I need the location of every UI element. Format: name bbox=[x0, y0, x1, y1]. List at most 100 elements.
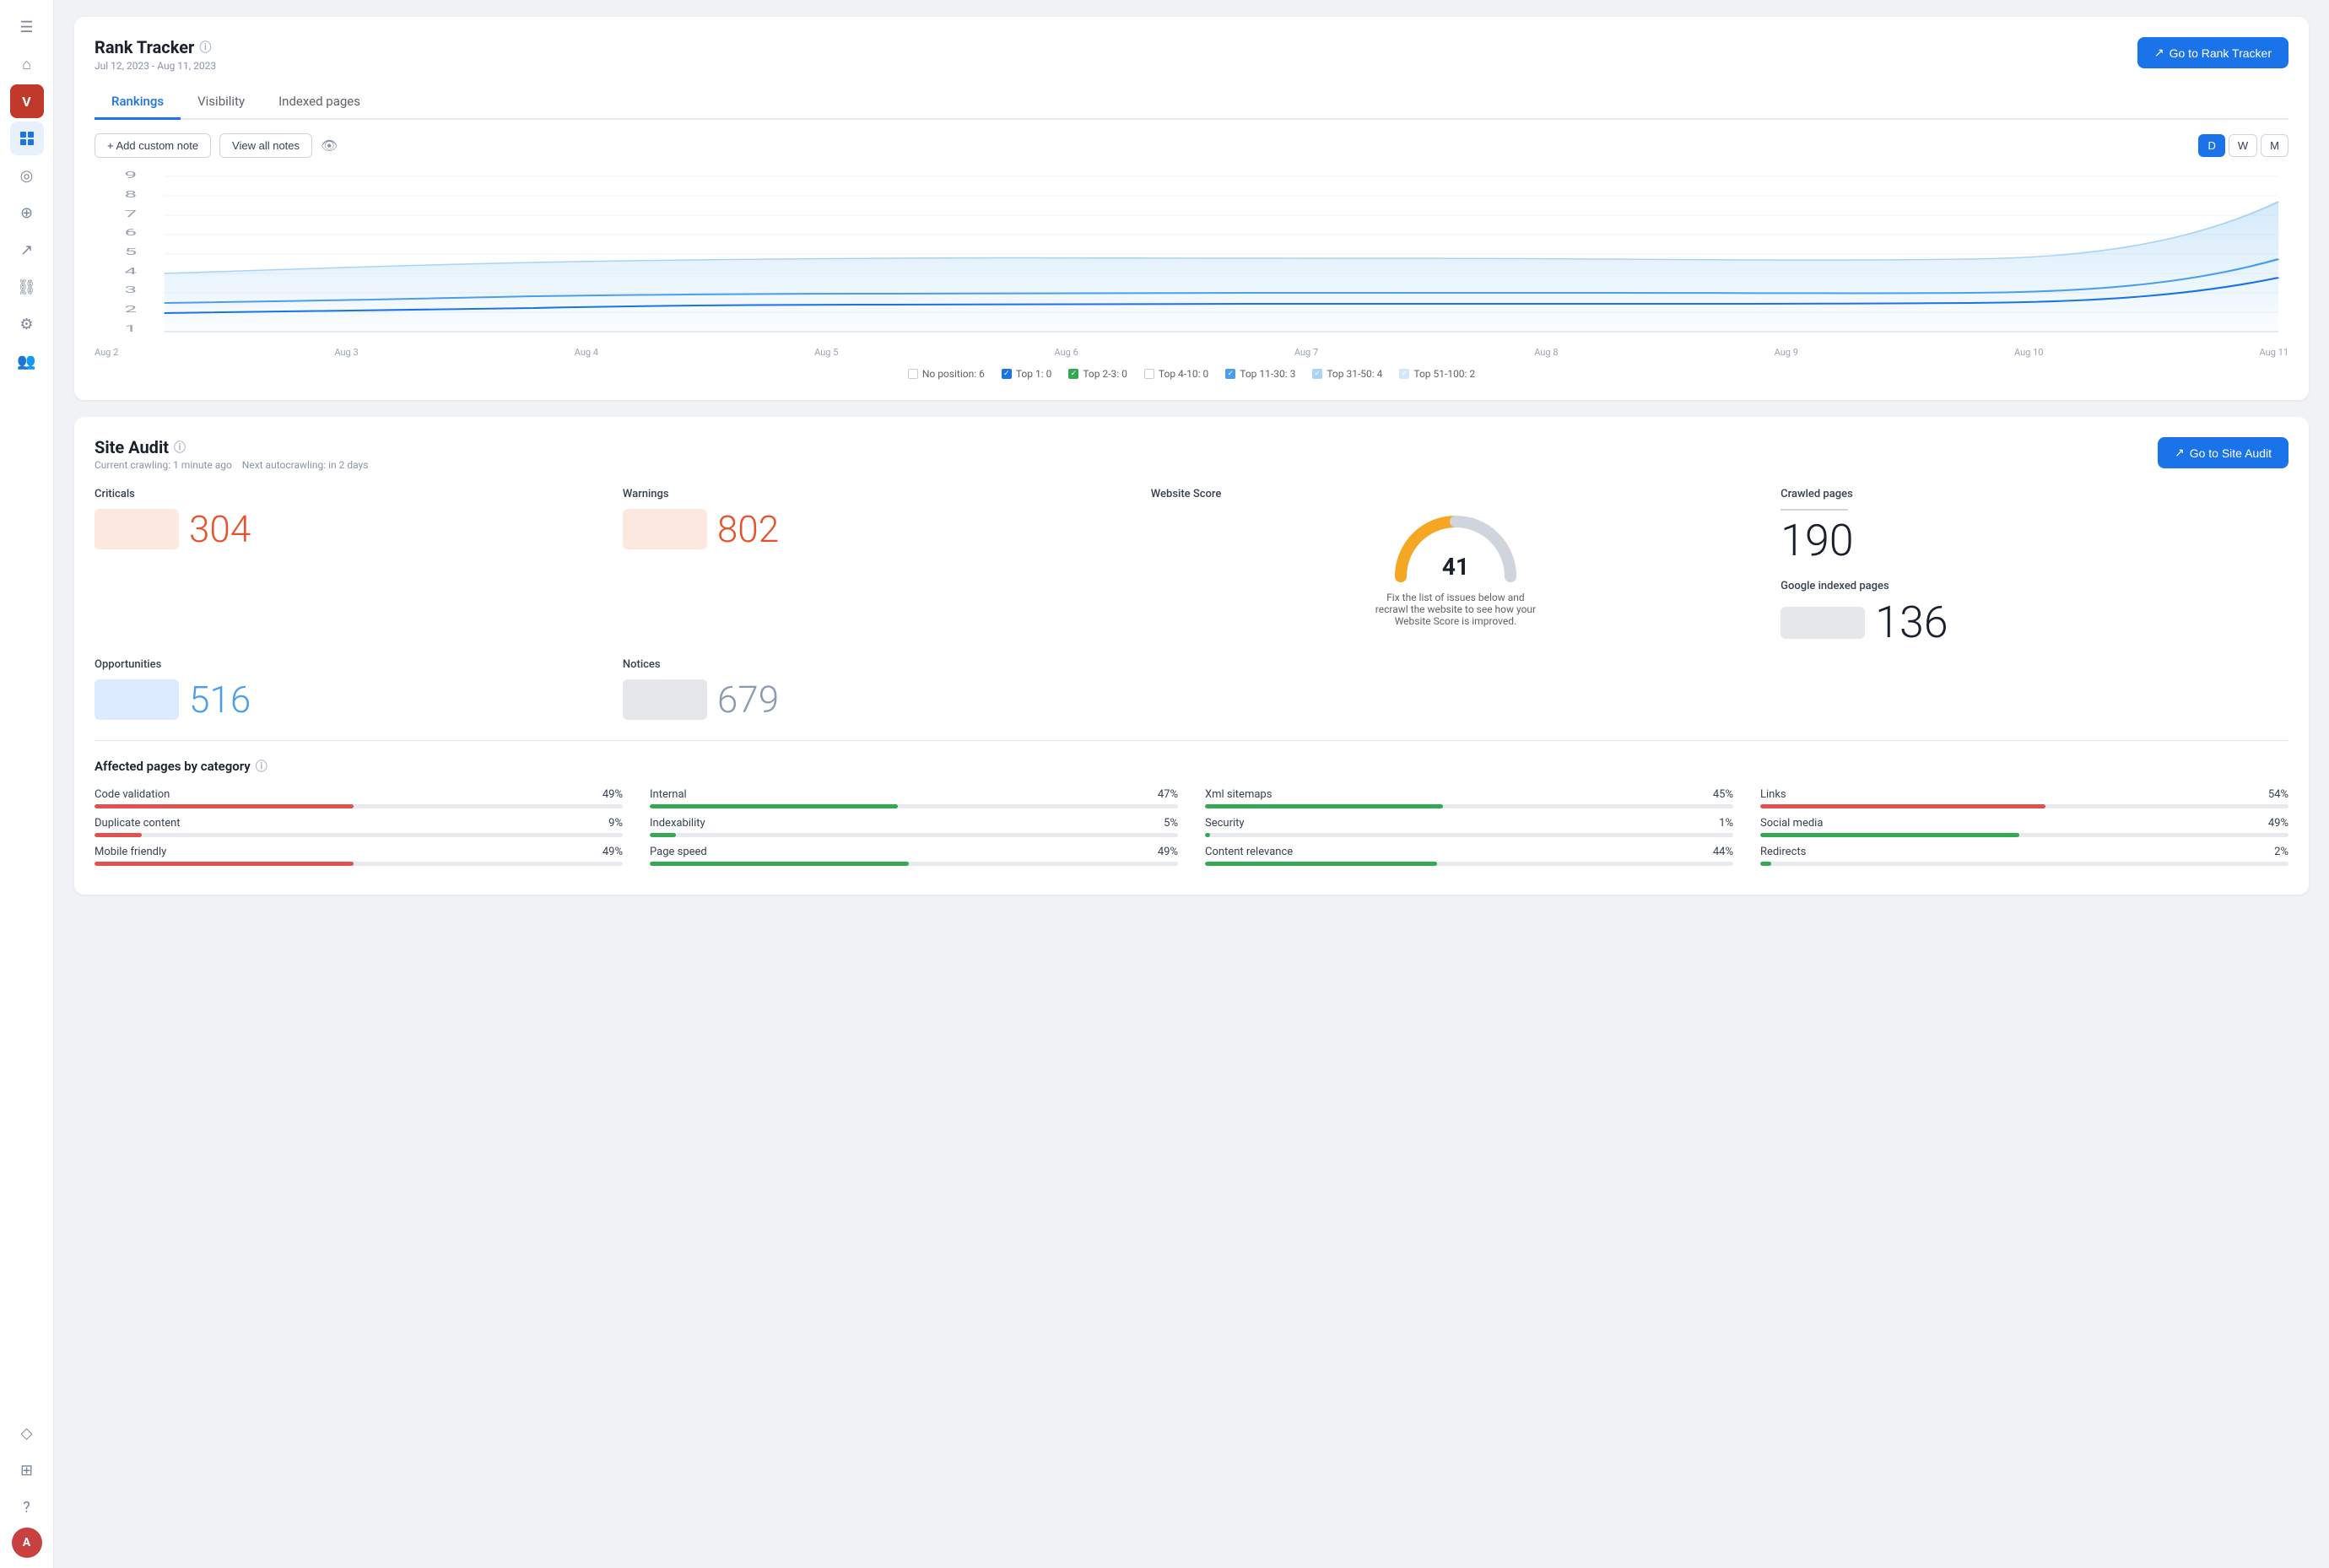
go-to-site-audit-button[interactable]: ↗ Go to Site Audit bbox=[2158, 437, 2288, 468]
category-bar-fill bbox=[95, 833, 142, 837]
sidebar-item-trends[interactable]: ↗ bbox=[10, 233, 44, 267]
category-name: Internal bbox=[650, 788, 687, 801]
metric-warnings-bar bbox=[623, 509, 707, 549]
rank-tracker-info-icon[interactable]: ⓘ bbox=[199, 39, 211, 56]
site-audit-header: Site Audit ⓘ Current crawling: 1 minute … bbox=[95, 437, 2288, 471]
sidebar-item-analytics[interactable]: ◎ bbox=[10, 159, 44, 192]
category-bar-bg bbox=[95, 833, 623, 837]
period-btn-d[interactable]: D bbox=[2198, 134, 2224, 157]
period-btn-w[interactable]: W bbox=[2229, 134, 2257, 157]
category-item: Xml sitemaps 45% bbox=[1205, 788, 1733, 808]
category-name: Security bbox=[1205, 817, 1245, 830]
legend-label-top410: Top 4-10: 0 bbox=[1159, 368, 1208, 380]
legend-checkbox-top410[interactable] bbox=[1144, 369, 1154, 379]
sidebar-item-help[interactable]: ? bbox=[10, 1490, 44, 1524]
metric-opportunities-value: 516 bbox=[189, 681, 251, 718]
category-item: Social media 49% bbox=[1760, 817, 2288, 837]
site-audit-button-icon: ↗ bbox=[2175, 446, 2185, 460]
category-item: Redirects 2% bbox=[1760, 846, 2288, 866]
category-bar-bg bbox=[650, 833, 1178, 837]
view-all-notes-button[interactable]: View all notes bbox=[219, 133, 312, 158]
chart-toolbar: + Add custom note View all notes 👁 D W M bbox=[95, 133, 2288, 158]
metric-notices-row: 679 bbox=[623, 679, 1131, 720]
rank-tracker-header: Rank Tracker ⓘ Jul 12, 2023 - Aug 11, 20… bbox=[95, 37, 2288, 72]
add-custom-note-button[interactable]: + Add custom note bbox=[95, 133, 211, 158]
rankings-chart: 9 8 7 6 5 4 3 2 1 bbox=[95, 168, 2288, 337]
sidebar-logo[interactable]: V bbox=[10, 84, 44, 118]
category-bar-fill bbox=[1205, 862, 1437, 866]
category-item: Internal 47% bbox=[650, 788, 1178, 808]
metrics-row2: Opportunities 516 Notices 679 bbox=[95, 658, 2288, 720]
sidebar-item-menu[interactable]: ☰ bbox=[10, 10, 44, 44]
category-row: Security 1% bbox=[1205, 817, 1733, 830]
category-name: Mobile friendly bbox=[95, 846, 166, 858]
category-name: Content relevance bbox=[1205, 846, 1293, 858]
category-bar-fill bbox=[650, 804, 898, 808]
chart-svg: 9 8 7 6 5 4 3 2 1 bbox=[95, 168, 2288, 337]
metric-warnings: Warnings 802 bbox=[623, 488, 1131, 645]
avatar[interactable]: A bbox=[12, 1527, 42, 1558]
category-name: Page speed bbox=[650, 846, 707, 858]
legend-checkbox-top1[interactable]: ✓ bbox=[1002, 369, 1012, 379]
legend-checkbox-top23[interactable]: ✓ bbox=[1068, 369, 1078, 379]
category-bar-bg bbox=[650, 804, 1178, 808]
svg-text:7: 7 bbox=[124, 208, 137, 219]
category-row: Indexability 5% bbox=[650, 817, 1178, 830]
category-bar-bg bbox=[95, 804, 623, 808]
category-name: Duplicate content bbox=[95, 817, 181, 830]
category-row: Links 54% bbox=[1760, 788, 2288, 801]
metric-opportunities: Opportunities 516 bbox=[95, 658, 603, 720]
main-content: Rank Tracker ⓘ Jul 12, 2023 - Aug 11, 20… bbox=[54, 0, 2329, 1568]
sidebar-item-users[interactable]: 👥 bbox=[10, 344, 44, 378]
affected-col-3: Links 54% Social media 49% Redirects 2% bbox=[1760, 788, 2288, 874]
category-bar-fill bbox=[1205, 804, 1443, 808]
rank-tracker-title: Rank Tracker ⓘ bbox=[95, 37, 216, 57]
legend-label-top3150: Top 31-50: 4 bbox=[1327, 368, 1382, 380]
category-item: Links 54% bbox=[1760, 788, 2288, 808]
affected-pages-grid: Code validation 49% Duplicate content 9%… bbox=[95, 788, 2288, 874]
legend-checkbox-top51100[interactable]: ✓ bbox=[1399, 369, 1409, 379]
metric-criticals: Criticals 304 bbox=[95, 488, 603, 645]
period-btn-m[interactable]: M bbox=[2261, 134, 2288, 157]
chart-legend: No position: 6 ✓ Top 1: 0 ✓ Top 2-3: 0 T… bbox=[95, 368, 2288, 380]
legend-checkbox-top3150[interactable]: ✓ bbox=[1312, 369, 1322, 379]
affected-pages-title: Affected pages by category ⓘ bbox=[95, 758, 2288, 775]
category-pct: 47% bbox=[1158, 788, 1178, 801]
svg-text:5: 5 bbox=[124, 246, 137, 257]
metric-crawled-value: 190 bbox=[1781, 519, 2288, 563]
sidebar-item-diamond[interactable]: ◇ bbox=[10, 1416, 44, 1450]
affected-pages-info-icon[interactable]: ⓘ bbox=[256, 758, 267, 775]
site-audit-title: Site Audit ⓘ bbox=[95, 437, 368, 457]
sidebar-item-links[interactable]: ⛓ bbox=[10, 270, 44, 304]
category-pct: 1% bbox=[1719, 817, 1733, 830]
tab-rankings[interactable]: Rankings bbox=[95, 85, 181, 120]
sidebar-item-home[interactable]: ⌂ bbox=[10, 47, 44, 81]
legend-checkbox-no-position[interactable] bbox=[908, 369, 918, 379]
sidebar-item-dashboard[interactable] bbox=[10, 122, 44, 155]
eye-icon[interactable]: 👁 bbox=[321, 138, 338, 154]
site-audit-info-icon[interactable]: ⓘ bbox=[174, 439, 186, 456]
category-bar-bg bbox=[1205, 833, 1733, 837]
legend-top3150: ✓ Top 31-50: 4 bbox=[1312, 368, 1382, 380]
legend-top1: ✓ Top 1: 0 bbox=[1002, 368, 1052, 380]
metric-google-bar bbox=[1781, 607, 1865, 639]
metric-notices-bar bbox=[623, 679, 707, 720]
tab-visibility[interactable]: Visibility bbox=[181, 85, 262, 120]
svg-text:8: 8 bbox=[124, 189, 137, 200]
category-name: Xml sitemaps bbox=[1205, 788, 1272, 801]
sidebar-item-tools[interactable]: ⚙ bbox=[10, 307, 44, 341]
tab-indexed-pages[interactable]: Indexed pages bbox=[262, 85, 377, 120]
category-row: Redirects 2% bbox=[1760, 846, 2288, 858]
site-audit-meta: Current crawling: 1 minute ago Next auto… bbox=[95, 459, 368, 471]
category-item: Indexability 5% bbox=[650, 817, 1178, 837]
metric-criticals-row: 304 bbox=[95, 509, 603, 549]
gauge-container: 41 Fix the list of issues below and recr… bbox=[1151, 509, 1760, 627]
category-row: Duplicate content 9% bbox=[95, 817, 623, 830]
legend-top1130: ✓ Top 11-30: 3 bbox=[1225, 368, 1295, 380]
sidebar-item-traffic[interactable]: ⊕ bbox=[10, 196, 44, 230]
category-item: Code validation 49% bbox=[95, 788, 623, 808]
go-to-rank-tracker-button[interactable]: ↗ Go to Rank Tracker bbox=[2137, 37, 2288, 68]
legend-label-top1: Top 1: 0 bbox=[1016, 368, 1052, 380]
legend-checkbox-top1130[interactable]: ✓ bbox=[1225, 369, 1235, 379]
sidebar-item-table[interactable]: ⊞ bbox=[10, 1453, 44, 1487]
